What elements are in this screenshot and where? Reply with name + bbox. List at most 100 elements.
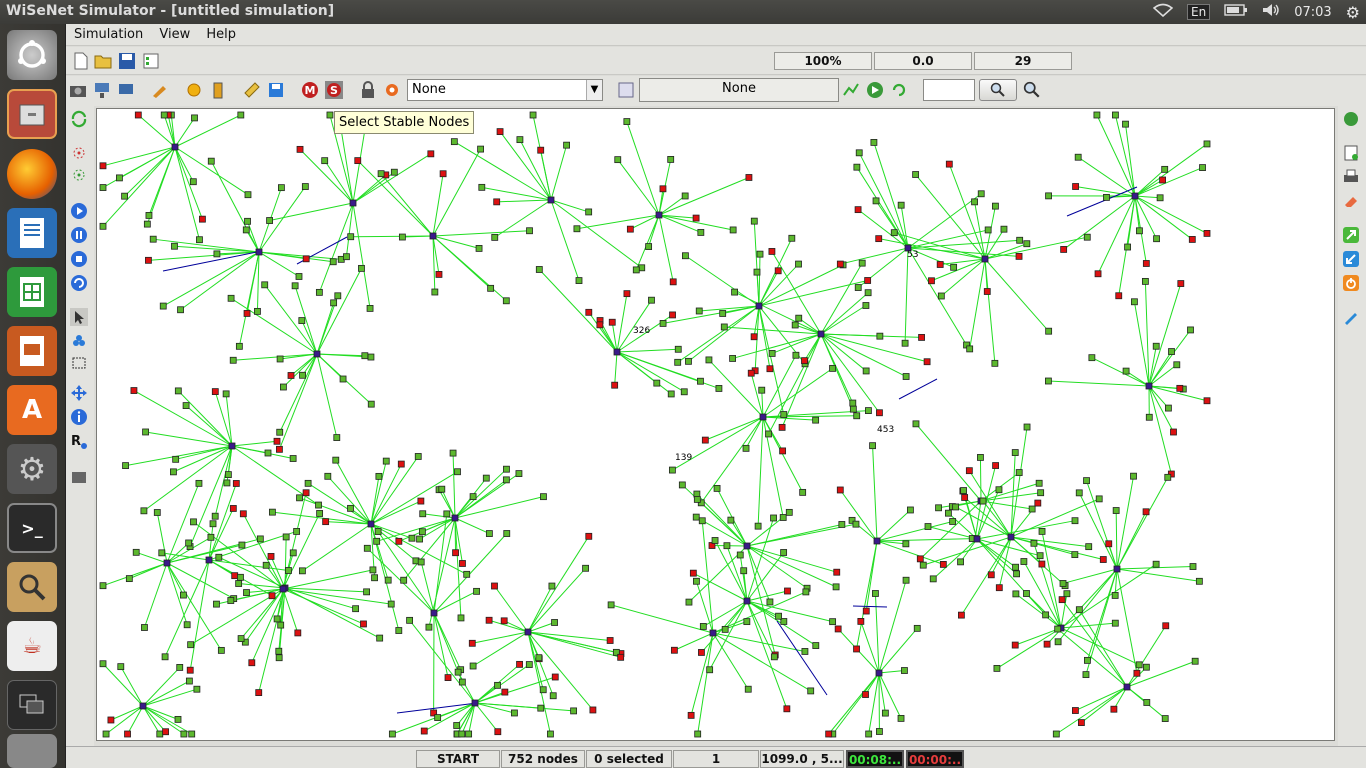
- sensor-node[interactable]: [833, 568, 841, 576]
- sensor-node[interactable]: [551, 673, 559, 681]
- sensor-node[interactable]: [387, 600, 395, 608]
- sensor-node[interactable]: [872, 197, 880, 205]
- sensor-node[interactable]: [674, 345, 682, 353]
- sensor-node[interactable]: [1143, 699, 1151, 706]
- info-icon[interactable]: [617, 81, 635, 99]
- sensor-node[interactable]: [551, 619, 558, 626]
- sensor-node[interactable]: [1170, 428, 1177, 436]
- sensor-node[interactable]: [296, 145, 304, 153]
- sensor-node[interactable]: [901, 339, 909, 347]
- sensor-node[interactable]: [958, 611, 965, 619]
- sensor-node[interactable]: [1030, 539, 1038, 547]
- sensor-node[interactable]: [692, 513, 700, 521]
- sensor-node[interactable]: [183, 621, 191, 629]
- sensor-node[interactable]: [535, 654, 543, 662]
- sensor-node[interactable]: [585, 308, 593, 316]
- sensor-node[interactable]: [293, 528, 301, 535]
- sensor-node[interactable]: [491, 233, 499, 241]
- sensor-node[interactable]: [485, 530, 493, 537]
- sensor-node[interactable]: [174, 715, 182, 723]
- battery-level-icon[interactable]: [209, 81, 227, 99]
- sensor-node[interactable]: [145, 256, 152, 264]
- sensor-node[interactable]: [1199, 164, 1206, 171]
- sensor-node[interactable]: [153, 509, 161, 516]
- sensor-node[interactable]: [849, 405, 857, 413]
- sensor-node[interactable]: [1058, 596, 1066, 604]
- sensor-node[interactable]: [727, 516, 735, 524]
- sensor-node[interactable]: [812, 642, 820, 649]
- java-icon[interactable]: ☕: [7, 621, 57, 671]
- sensor-node[interactable]: [585, 532, 593, 540]
- sensor-node[interactable]: [862, 302, 870, 309]
- sensor-node[interactable]: [1152, 342, 1160, 350]
- sensor-node[interactable]: [295, 273, 303, 280]
- sensor-node[interactable]: [209, 520, 217, 528]
- sensor-node[interactable]: [1085, 543, 1093, 551]
- sensor-node[interactable]: [678, 481, 686, 489]
- sensor-node[interactable]: [124, 730, 131, 738]
- system-settings-icon[interactable]: ⚙: [7, 444, 57, 494]
- sensor-node[interactable]: [1123, 683, 1131, 691]
- sensor-node[interactable]: [239, 510, 247, 518]
- sensor-node[interactable]: [280, 383, 287, 391]
- sensor-node[interactable]: [890, 229, 898, 237]
- sensor-node[interactable]: [655, 211, 663, 219]
- sensor-node[interactable]: [343, 253, 350, 261]
- sensor-node[interactable]: [648, 296, 655, 304]
- sensor-node[interactable]: [720, 323, 728, 331]
- sensor-node[interactable]: [1112, 507, 1120, 514]
- sensor-node[interactable]: [237, 573, 244, 581]
- sensor-node[interactable]: [125, 575, 133, 583]
- sensor-node[interactable]: [299, 371, 306, 379]
- sensor-node[interactable]: [1054, 638, 1062, 646]
- sensor-node[interactable]: [836, 486, 844, 494]
- sensor-node[interactable]: [755, 302, 763, 310]
- sensor-node[interactable]: [268, 508, 276, 516]
- sensor-node[interactable]: [141, 624, 148, 631]
- sensor-node[interactable]: [501, 688, 509, 696]
- sensor-node[interactable]: [706, 666, 714, 674]
- sensor-node[interactable]: [1036, 552, 1044, 560]
- gear-icon[interactable]: [383, 81, 401, 99]
- sensor-node[interactable]: [468, 639, 476, 647]
- sensor-node[interactable]: [503, 530, 511, 537]
- sensor-node[interactable]: [902, 373, 910, 380]
- sensor-node[interactable]: [713, 485, 721, 492]
- sensor-node[interactable]: [670, 646, 678, 654]
- sensor-node[interactable]: [354, 157, 362, 165]
- sensor-node[interactable]: [244, 217, 251, 225]
- simulation-canvas[interactable]: 326 453 139 53: [96, 108, 1335, 741]
- sensor-node[interactable]: [694, 730, 702, 738]
- sensor-node[interactable]: [334, 292, 342, 300]
- sensor-node[interactable]: [454, 668, 462, 676]
- sensor-node[interactable]: [1071, 551, 1079, 559]
- sensor-node[interactable]: [132, 548, 140, 556]
- sensor-node[interactable]: [872, 590, 879, 597]
- sensor-node[interactable]: [736, 551, 744, 559]
- sensor-node[interactable]: [494, 728, 502, 736]
- sensor-node[interactable]: [864, 277, 872, 284]
- sensor-node[interactable]: [1084, 656, 1091, 664]
- sensor-node[interactable]: [352, 605, 360, 613]
- sensor-node[interactable]: [681, 192, 689, 200]
- sensor-node[interactable]: [1054, 625, 1062, 633]
- sensor-node[interactable]: [156, 730, 164, 738]
- pointer-icon[interactable]: [70, 308, 88, 326]
- sensor-node[interactable]: [315, 501, 322, 509]
- sensor-node[interactable]: [232, 480, 240, 487]
- sensor-node[interactable]: [944, 509, 952, 517]
- sensor-node[interactable]: [291, 282, 299, 290]
- sensor-node[interactable]: [705, 356, 713, 364]
- sensor-node[interactable]: [377, 170, 385, 178]
- sensor-node[interactable]: [645, 243, 653, 250]
- sensor-node[interactable]: [195, 479, 203, 487]
- sensor-node[interactable]: [779, 514, 787, 521]
- sensor-node[interactable]: [742, 444, 750, 452]
- sensor-node[interactable]: [196, 236, 203, 244]
- sensor-node[interactable]: [275, 647, 283, 655]
- sensor-node[interactable]: [729, 355, 737, 362]
- sensor-node[interactable]: [187, 641, 195, 649]
- brush-icon[interactable]: [1342, 308, 1360, 326]
- sensor-node[interactable]: [1203, 397, 1211, 405]
- sensor-node[interactable]: [1075, 489, 1083, 497]
